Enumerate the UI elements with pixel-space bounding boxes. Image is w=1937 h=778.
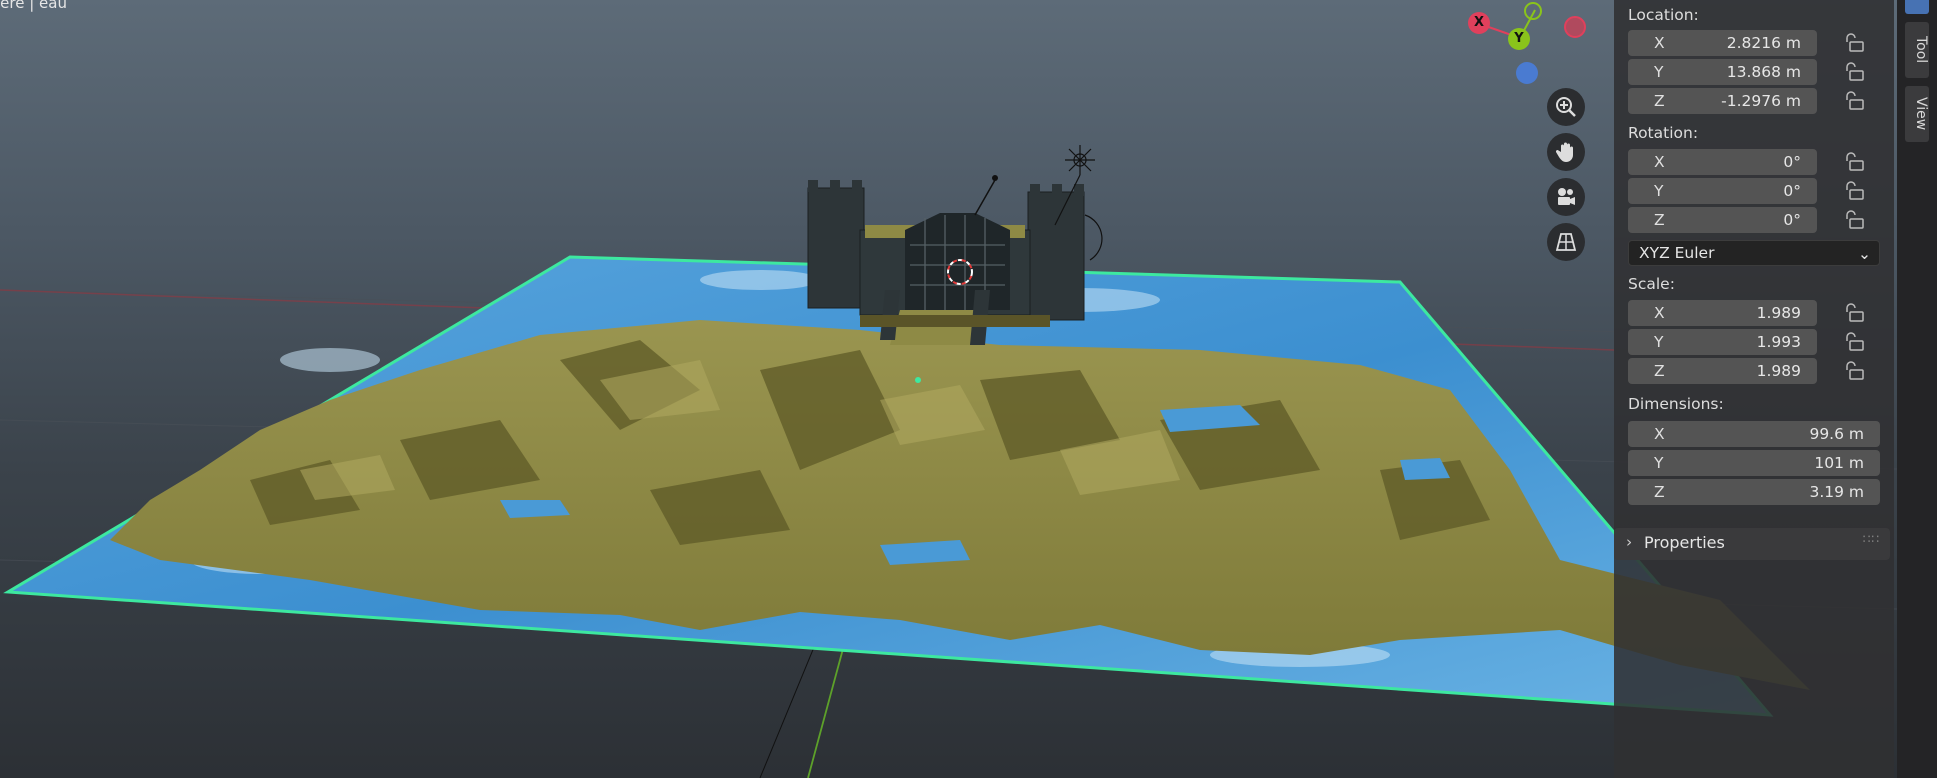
scale-label: Scale: <box>1628 275 1675 293</box>
origin-point <box>915 377 921 383</box>
lock-icon[interactable] <box>1844 180 1866 202</box>
gizmo-z-axis[interactable] <box>1516 62 1538 84</box>
dimensions-z-field[interactable]: Z 3.19 m <box>1628 479 1880 505</box>
dimensions-x-field[interactable]: X 99.6 m <box>1628 421 1880 447</box>
viewport-overlay-text: ière | eau <box>0 0 67 12</box>
lock-icon[interactable] <box>1844 90 1866 112</box>
scale-z-field[interactable]: Z 1.989 <box>1628 358 1817 384</box>
chevron-right-icon: › <box>1626 533 1633 551</box>
rotation-y-field[interactable]: Y 0° <box>1628 178 1817 204</box>
zoom-button[interactable] <box>1547 88 1585 126</box>
location-x-field[interactable]: X 2.8216 m <box>1628 30 1817 56</box>
lock-icon[interactable] <box>1844 302 1866 324</box>
tab-tool[interactable]: Tool <box>1905 22 1929 78</box>
dimensions-y-field[interactable]: Y 101 m <box>1628 450 1880 476</box>
location-y-field[interactable]: Y 13.868 m <box>1628 59 1817 85</box>
sidebar-tabs: Tool View <box>1897 0 1937 778</box>
pan-button[interactable] <box>1547 133 1585 171</box>
transform-panel: Location: X 2.8216 m Y 13.868 m Z -1.2976 m… <box>1614 0 1894 778</box>
lock-icon[interactable] <box>1844 32 1866 54</box>
grid-perspective-icon <box>1555 233 1577 251</box>
hand-pan-icon <box>1555 142 1573 162</box>
tab-item[interactable] <box>1905 0 1929 14</box>
gizmo-y-axis[interactable]: Y <box>1508 28 1530 50</box>
lock-icon[interactable] <box>1844 331 1866 353</box>
location-label: Location: <box>1628 6 1699 24</box>
zoom-in-icon <box>1556 97 1576 117</box>
lock-icon[interactable] <box>1844 61 1866 83</box>
properties-subpanel-header[interactable]: › Properties ∷∷ <box>1614 528 1890 560</box>
camera-view-button[interactable] <box>1547 178 1585 216</box>
location-z-field[interactable]: Z -1.2976 m <box>1628 88 1817 114</box>
rotation-x-field[interactable]: X 0° <box>1628 149 1817 175</box>
scale-x-field[interactable]: X 1.989 <box>1628 300 1817 326</box>
drag-handle-icon[interactable]: ∷∷ <box>1863 532 1880 546</box>
perspective-toggle-button[interactable] <box>1547 223 1585 261</box>
rotation-z-field[interactable]: Z 0° <box>1628 207 1817 233</box>
lock-icon[interactable] <box>1844 360 1866 382</box>
scale-y-field[interactable]: Y 1.993 <box>1628 329 1817 355</box>
dimensions-label: Dimensions: <box>1628 395 1724 413</box>
gizmo-neg-x-axis[interactable] <box>1564 16 1586 38</box>
camera-object <box>974 179 996 216</box>
properties-title: Properties <box>1644 533 1725 552</box>
rotation-label: Rotation: <box>1628 124 1699 142</box>
chevron-down-icon: ⌄ <box>1858 245 1871 263</box>
lock-icon[interactable] <box>1844 209 1866 231</box>
gizmo-x-axis[interactable]: X <box>1468 12 1490 34</box>
gizmo-neg-y-axis[interactable] <box>1524 2 1542 20</box>
camera-icon <box>1558 188 1575 205</box>
rotation-mode-value: XYZ Euler <box>1639 244 1715 262</box>
lock-icon[interactable] <box>1844 151 1866 173</box>
rotation-mode-select[interactable]: XYZ Euler ⌄ <box>1628 240 1880 266</box>
tab-view[interactable]: View <box>1905 86 1929 142</box>
